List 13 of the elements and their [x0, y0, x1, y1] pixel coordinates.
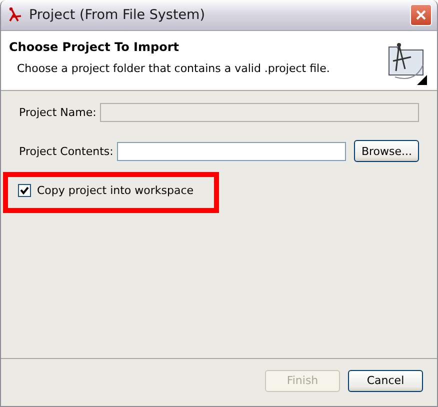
- checkbox[interactable]: [18, 184, 31, 197]
- compass-icon: [7, 7, 23, 23]
- field-label: Project Name:: [19, 106, 96, 119]
- dialog-button[interactable]: Cancel: [348, 370, 423, 392]
- text-field[interactable]: [117, 142, 346, 160]
- window-title: Project (From File System): [29, 7, 206, 23]
- page-title: Choose Project To Import: [9, 40, 180, 54]
- close-icon: [415, 9, 427, 21]
- checkbox-label[interactable]: Copy project into workspace: [37, 184, 194, 197]
- browse-button[interactable]: Browse...: [354, 140, 419, 162]
- field-label: Project Contents:: [19, 144, 114, 158]
- close-button[interactable]: [410, 4, 432, 26]
- page-description: Choose a project folder that contains a valid .project file.: [17, 62, 331, 75]
